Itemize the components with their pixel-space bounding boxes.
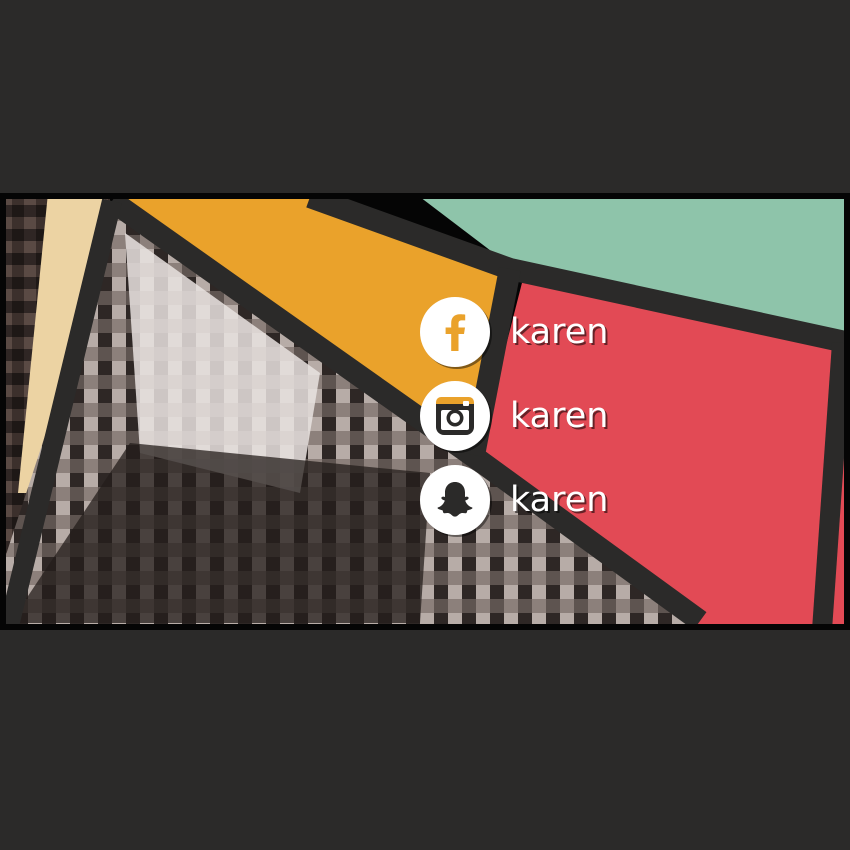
snapchat-badge[interactable]	[420, 465, 490, 535]
social-item-facebook[interactable]: karen	[420, 296, 680, 368]
social-item-instagram[interactable]: karen	[420, 380, 680, 452]
facebook-icon	[445, 314, 466, 351]
snapchat-handle: karen	[510, 479, 609, 520]
snapchat-icon	[437, 482, 473, 517]
banner: karen karen karen	[0, 193, 850, 630]
instagram-handle: karen	[510, 395, 609, 436]
instagram-badge[interactable]	[420, 381, 490, 451]
facebook-badge[interactable]	[420, 297, 490, 367]
instagram-icon	[436, 397, 474, 435]
social-item-snapchat[interactable]: karen	[420, 464, 680, 536]
page: karen karen karen	[0, 0, 850, 850]
facebook-handle: karen	[510, 311, 609, 352]
